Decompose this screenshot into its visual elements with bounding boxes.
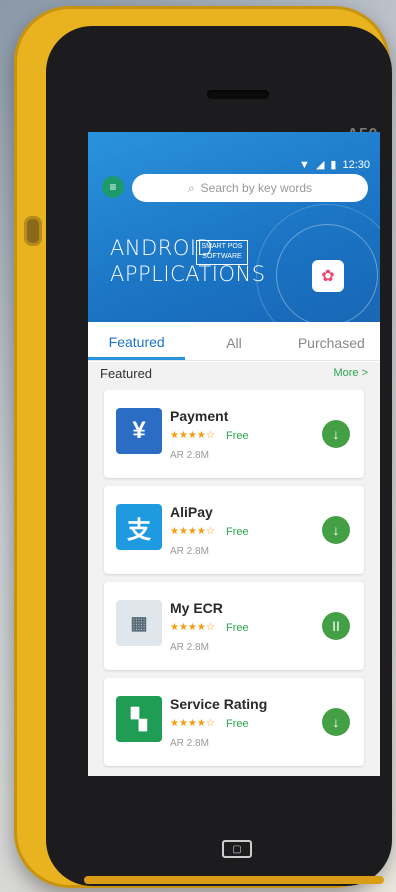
download-icon: ↓ [332, 522, 340, 538]
app-price: Free [226, 430, 249, 442]
rating-stars: ★★★★☆ [170, 622, 215, 633]
badge-line2: SOFTWARE [202, 253, 242, 260]
download-button[interactable]: ↓ [322, 708, 350, 736]
app-name: AliPay [170, 504, 213, 520]
section-title: Featured [100, 365, 153, 381]
pos-device: A50 ▢ ▼ ◢ ▮ 12:30 ≡ ⌕ Search by key word… [14, 6, 392, 888]
pause-icon: II [332, 618, 340, 634]
menu-button[interactable]: ≡ [102, 176, 124, 198]
tab-bar: Featured All Purchased [88, 326, 380, 361]
search-placeholder: Search by key words [200, 181, 313, 195]
butterfly-logo-icon: ✿ [312, 260, 344, 292]
rating-stars: ★★★★☆ [170, 718, 215, 729]
app-size: AR 2.8M [170, 450, 209, 461]
app-size: AR 2.8M [170, 642, 209, 653]
side-button [24, 216, 42, 246]
app-card[interactable]: ▦ My ECR ★★★★☆ Free AR 2.8M II [104, 582, 364, 670]
app-list: ¥ Payment ★★★★☆ Free AR 2.8M ↓ 支 AliPay … [88, 384, 380, 776]
menu-icon: ≡ [109, 180, 117, 194]
tab-purchased[interactable]: Purchased [283, 326, 380, 360]
rating-stars: ★★★★☆ [170, 430, 215, 441]
wifi-icon: ▼ [299, 158, 310, 171]
earpiece [207, 90, 269, 99]
more-link[interactable]: More > [333, 367, 368, 379]
app-card[interactable]: ▚ Service Rating ★★★★☆ Free AR 2.8M ↓ [104, 678, 364, 766]
app-price: Free [226, 718, 249, 730]
service-rating-icon: ▚ [116, 696, 162, 742]
download-button[interactable]: ↓ [322, 420, 350, 448]
payment-icon: ¥ [116, 408, 162, 454]
app-name: Payment [170, 408, 229, 424]
bottom-trim [84, 876, 384, 884]
section-header: Featured More > [88, 362, 380, 384]
app-card[interactable]: 支 AliPay ★★★★☆ Free AR 2.8M ↓ [104, 486, 364, 574]
download-button[interactable]: ↓ [322, 516, 350, 544]
tab-all[interactable]: All [185, 326, 282, 360]
status-time: 12:30 [342, 158, 370, 171]
app-size: AR 2.8M [170, 738, 209, 749]
search-input[interactable]: ⌕ Search by key words [132, 174, 368, 202]
status-bar: ▼ ◢ ▮ 12:30 [299, 158, 370, 172]
signal-icon: ◢ [315, 159, 325, 171]
ecr-icon: ▦ [116, 600, 162, 646]
pause-button[interactable]: II [322, 612, 350, 640]
search-icon: ⌕ [187, 180, 195, 195]
download-icon: ↓ [332, 426, 340, 442]
tab-featured[interactable]: Featured [88, 326, 186, 360]
app-card[interactable]: ¥ Payment ★★★★☆ Free AR 2.8M ↓ [104, 390, 364, 478]
hero-banner: ▼ ◢ ▮ 12:30 ≡ ⌕ Search by key words ANDR… [88, 132, 380, 346]
download-icon: ↓ [332, 714, 340, 730]
alipay-icon: 支 [116, 504, 162, 550]
device-screen: ▼ ◢ ▮ 12:30 ≡ ⌕ Search by key words ANDR… [88, 132, 380, 776]
app-price: Free [226, 526, 249, 538]
badge-line1: SMART POS [201, 243, 243, 250]
app-size: AR 2.8M [170, 546, 209, 557]
brand-logo-icon: ▢ [222, 840, 252, 858]
app-price: Free [226, 622, 249, 634]
banner-title-line2: APPLICATIONS [110, 262, 266, 286]
app-name: My ECR [170, 600, 223, 616]
app-name: Service Rating [170, 696, 268, 712]
battery-icon: ▮ [330, 159, 337, 171]
rating-stars: ★★★★☆ [170, 526, 215, 537]
